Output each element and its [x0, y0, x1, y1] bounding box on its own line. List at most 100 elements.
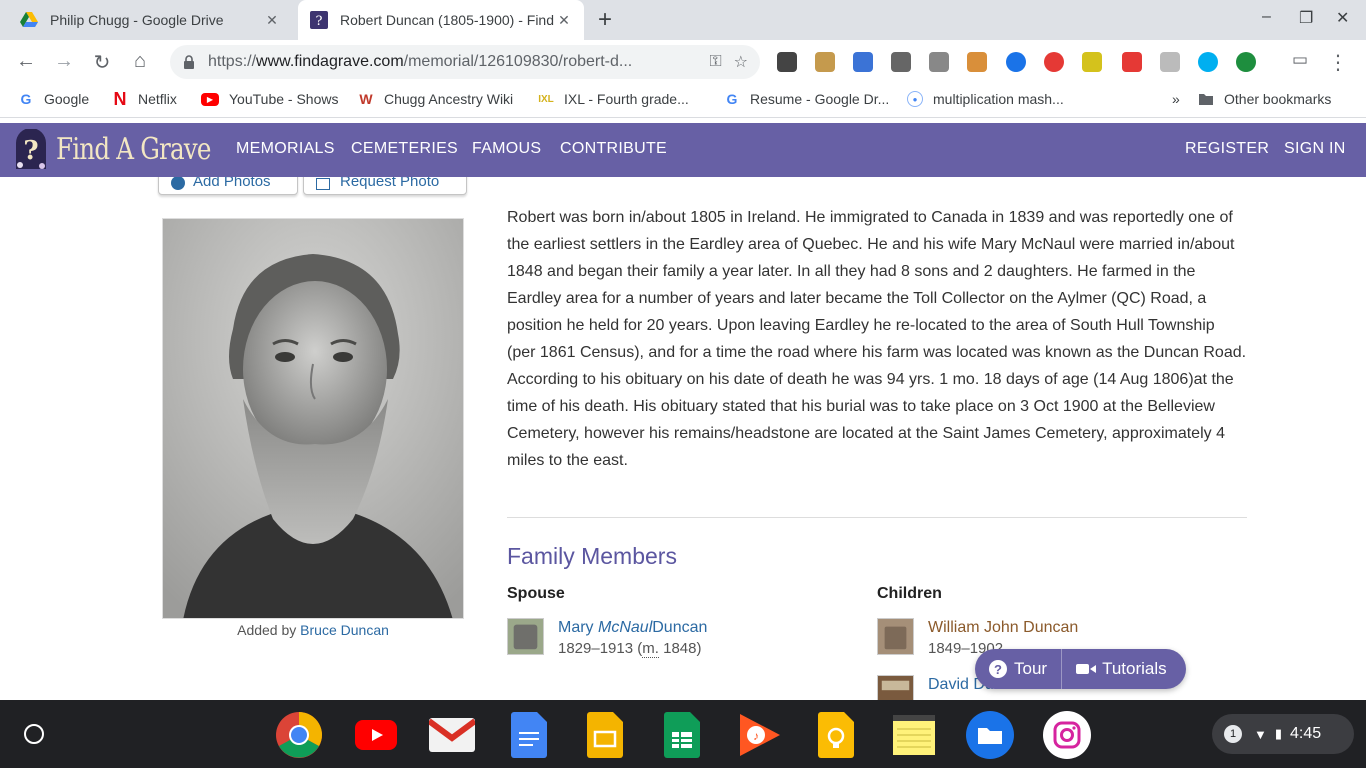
child-name[interactable]: William John Duncan — [928, 618, 1078, 638]
wifi-icon: ▼ — [1254, 726, 1267, 742]
bookmark-ixl[interactable]: IXL IXL - Fourth grade... — [538, 91, 689, 107]
nav-memorials[interactable]: MEMORIALS — [236, 140, 335, 158]
chrome-icon[interactable] — [275, 711, 323, 759]
menu-dots-icon[interactable]: ⋮ — [1326, 50, 1350, 75]
home-icon[interactable]: ⌂ — [128, 50, 152, 73]
bookmark-multiplication[interactable]: ● multiplication mash... — [907, 91, 1064, 107]
nav-contribute[interactable]: CONTRIBUTE — [560, 140, 667, 158]
request-photo-button[interactable]: Request Photo — [303, 177, 467, 195]
extension-icon[interactable] — [853, 52, 873, 72]
tour-label: Tour — [1014, 659, 1048, 678]
extension-icon[interactable] — [1122, 52, 1142, 72]
spouse-entry[interactable]: Mary McNaulDuncan 1829–1913 (m. 1848) — [507, 618, 707, 660]
notification-count: 1 — [1224, 725, 1242, 743]
maximize-button[interactable]: ❐ — [1299, 8, 1313, 28]
findagrave-logo-icon: ? — [16, 129, 46, 169]
netflix-icon: N — [113, 88, 127, 109]
question-icon: ? — [989, 660, 1007, 678]
children-heading: Children — [877, 585, 942, 602]
tab-findagrave[interactable]: ? Robert Duncan (1805-1900) - Find a Gra… — [298, 0, 584, 40]
bookmark-google[interactable]: G Google — [18, 91, 90, 107]
os-shelf: ♪ 1 ▼ ▮ 4:45 — [0, 700, 1366, 768]
extension-icon[interactable] — [1236, 52, 1256, 72]
browser-toolbar: ← → ↻ ⌂ https://www.findagrave.com/memor… — [0, 40, 1366, 84]
tab-google-drive[interactable]: Philip Chugg - Google Drive ✕ — [8, 0, 292, 40]
extension-icon[interactable] — [1044, 52, 1064, 72]
bookmark-label: multiplication mash... — [933, 91, 1064, 107]
tutorials-button[interactable]: Tutorials — [1061, 649, 1181, 689]
video-camera-icon — [1076, 664, 1097, 674]
headstone-thumbnail[interactable] — [507, 618, 544, 655]
close-tab-icon[interactable]: ✕ — [556, 12, 572, 29]
extension-icon[interactable] — [1160, 52, 1180, 72]
files-icon[interactable] — [966, 711, 1014, 759]
address-bar[interactable]: https://www.findagrave.com/memorial/1261… — [170, 45, 760, 79]
request-photo-label: Request Photo — [340, 177, 440, 190]
bookmark-label: Google — [44, 91, 90, 107]
reload-icon[interactable]: ↻ — [90, 50, 114, 75]
extension-icon[interactable] — [777, 52, 797, 72]
google-drive-icon — [20, 12, 38, 27]
married-abbreviation: m. — [642, 640, 659, 658]
help-pill: ? Tour Tutorials — [975, 649, 1186, 689]
youtube-icon[interactable] — [352, 711, 400, 759]
keep-icon[interactable] — [812, 711, 860, 759]
close-tab-icon[interactable]: ✕ — [264, 12, 280, 29]
bookmark-label: YouTube - Shows — [229, 91, 339, 107]
notepad-icon[interactable] — [890, 711, 938, 759]
bookmark-chugg-wiki[interactable]: W Chugg Ancestry Wiki — [358, 91, 513, 107]
account-icon[interactable] — [1006, 52, 1026, 72]
nav-famous[interactable]: FAMOUS — [472, 140, 541, 158]
forward-arrow-icon[interactable]: → — [52, 50, 76, 73]
gmail-icon[interactable] — [428, 711, 476, 759]
nav-register[interactable]: REGISTER — [1185, 140, 1269, 158]
skype-icon[interactable] — [1198, 52, 1218, 72]
bookmarks-overflow-button[interactable]: » — [1172, 91, 1180, 107]
play-music-icon[interactable]: ♪ — [735, 711, 783, 759]
extension-icon[interactable] — [815, 52, 835, 72]
minimize-button[interactable]: – — [1262, 8, 1271, 26]
back-arrow-icon[interactable]: ← — [14, 50, 38, 73]
cast-icon[interactable]: ▭ — [1288, 50, 1312, 70]
bookmark-resume[interactable]: G Resume - Google Dr... — [724, 91, 890, 107]
extension-icon[interactable] — [1082, 52, 1102, 72]
clock: 4:45 — [1290, 725, 1322, 742]
instagram-icon[interactable] — [1043, 711, 1091, 759]
spouse-name[interactable]: Mary McNaulDuncan — [558, 618, 707, 638]
findagrave-logo[interactable]: ? Find A Grave — [12, 129, 245, 169]
wiki-icon: W — [359, 91, 373, 107]
sheets-icon[interactable] — [658, 711, 706, 759]
extension-icon[interactable] — [891, 52, 911, 72]
bookmark-youtube[interactable]: ▶ YouTube - Shows — [201, 91, 338, 107]
status-tray[interactable]: 1 ▼ ▮ 4:45 — [1212, 714, 1354, 754]
other-bookmarks[interactable]: Other bookmarks — [1198, 91, 1331, 107]
bookmark-netflix[interactable]: N Netflix — [112, 88, 177, 109]
added-by-prefix: Added by — [237, 622, 297, 638]
docs-icon[interactable] — [505, 711, 553, 759]
add-photos-button[interactable]: Add Photos — [158, 177, 298, 195]
nav-sign-in[interactable]: SIGN IN — [1284, 140, 1346, 158]
launcher-icon[interactable] — [24, 724, 44, 744]
added-by-link[interactable]: Bruce Duncan — [300, 622, 389, 638]
slides-icon[interactable] — [581, 711, 629, 759]
spouse-first-name: Mary — [558, 619, 594, 636]
extension-icon[interactable] — [929, 52, 949, 72]
url-host: www.findagrave.com — [256, 53, 404, 70]
close-window-button[interactable]: ✕ — [1336, 8, 1349, 28]
star-icon[interactable]: ☆ — [734, 52, 748, 72]
memorial-portrait-photo[interactable] — [162, 218, 464, 619]
bookmark-label: Netflix — [138, 91, 177, 107]
url-text: https://www.findagrave.com/memorial/1261… — [208, 53, 697, 71]
new-tab-button[interactable]: + — [598, 6, 612, 34]
key-icon[interactable]: ⚿ — [709, 53, 721, 71]
site-header: ? Find A Grave MEMORIALS CEMETERIES FAMO… — [0, 123, 1366, 177]
biography-text: Robert was born in/about 1805 in Ireland… — [507, 209, 1247, 469]
bookmark-label: Resume - Google Dr... — [750, 91, 890, 107]
svg-text:?: ? — [316, 14, 323, 29]
headstone-thumbnail[interactable] — [877, 675, 914, 700]
nav-cemeteries[interactable]: CEMETERIES — [351, 140, 458, 158]
tour-button[interactable]: ? Tour — [975, 649, 1061, 689]
tab-title: Philip Chugg - Google Drive — [50, 12, 224, 28]
headstone-thumbnail[interactable] — [877, 618, 914, 655]
extension-icon[interactable] — [967, 52, 987, 72]
